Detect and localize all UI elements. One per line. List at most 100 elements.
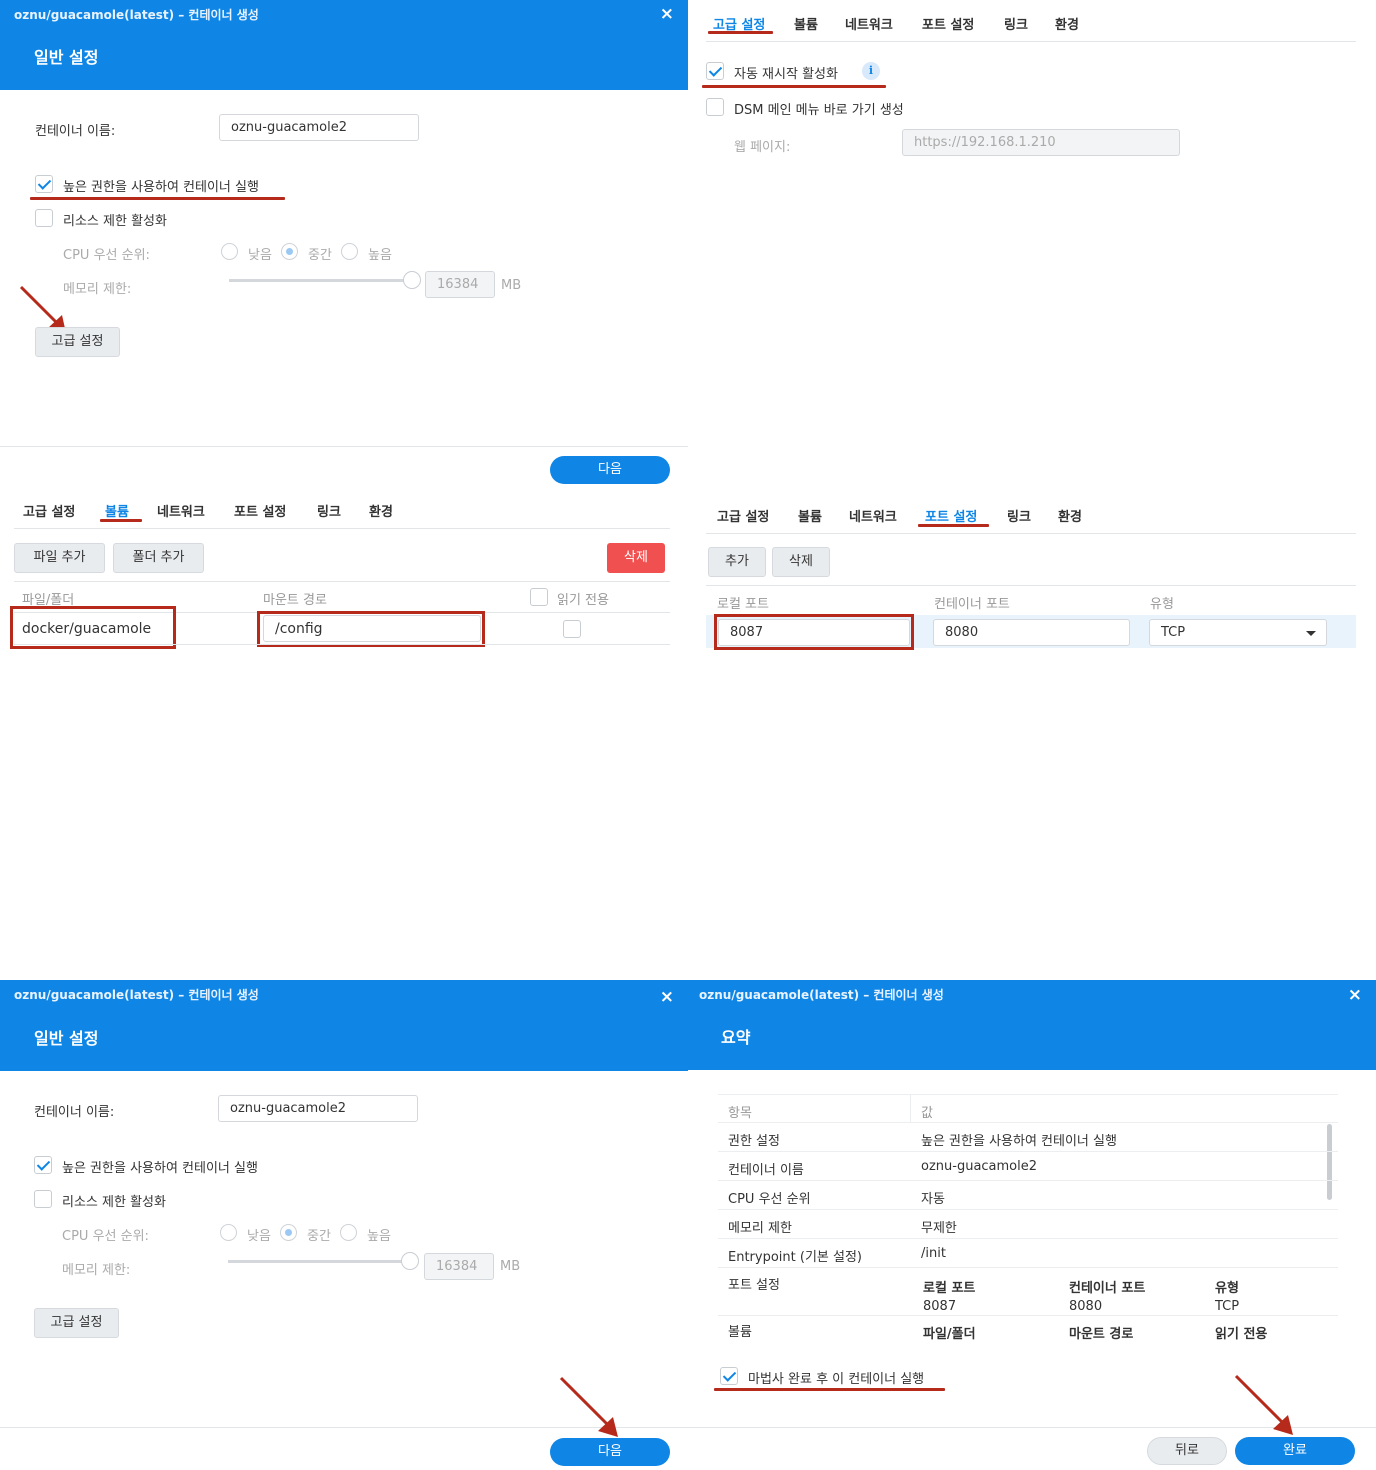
tab-port[interactable]: 포트 설정: [922, 14, 974, 33]
tab-volume[interactable]: 볼륨: [794, 14, 818, 33]
memory-slider-track[interactable]: [228, 1260, 411, 1263]
container-name-label: 컨테이너 이름:: [35, 124, 116, 139]
webpage-input[interactable]: https://192.168.1.210: [902, 129, 1180, 156]
dsm-shortcut-checkbox[interactable]: [706, 98, 724, 116]
run-after-wizard-checkbox[interactable]: [720, 1367, 738, 1385]
memory-slider-handle[interactable]: [401, 1252, 419, 1270]
port-sub-value-container: 8080: [1069, 1299, 1103, 1314]
tab-advanced[interactable]: 고급 설정: [23, 501, 75, 520]
container-name-input[interactable]: oznu-guacamole2: [218, 1095, 418, 1122]
annotation-box: [714, 614, 914, 650]
add-port-button[interactable]: 추가: [708, 547, 766, 577]
container-name-input[interactable]: oznu-guacamole2: [219, 114, 419, 141]
annotation-box: [10, 606, 176, 649]
close-icon[interactable]: ×: [660, 987, 674, 1007]
advanced-settings-button[interactable]: 고급 설정: [34, 1308, 119, 1338]
summary-row: 권한 설정 높은 권한을 사용하여 컨테이너 실행: [718, 1123, 1338, 1152]
readonly-header-checkbox[interactable]: [530, 588, 548, 606]
cpu-mid-label: 중간: [308, 248, 332, 263]
cpu-high-label: 높음: [368, 248, 392, 263]
next-button[interactable]: 다음: [550, 456, 670, 484]
add-file-button[interactable]: 파일 추가: [14, 543, 105, 573]
tab-network[interactable]: 네트워크: [849, 506, 897, 525]
summary-row: Entrypoint (기본 설정) /init: [718, 1239, 1338, 1268]
dialog-header: oznu/guacamole(latest) – 컨테이너 생성 × 일반 설정: [0, 980, 688, 1071]
cpu-low-radio[interactable]: [221, 243, 238, 260]
resource-limit-checkbox[interactable]: [35, 209, 53, 227]
tab-network[interactable]: 네트워크: [845, 14, 893, 33]
cpu-mid-radio[interactable]: [280, 1224, 297, 1241]
privileged-checkbox[interactable]: [34, 1156, 52, 1174]
summary-row-key: 볼륨: [728, 1325, 752, 1340]
annotation-box: [257, 611, 485, 647]
close-icon[interactable]: ×: [660, 4, 674, 24]
auto-restart-checkbox[interactable]: [706, 62, 724, 80]
tab-volume[interactable]: 볼륨: [798, 506, 822, 525]
panel-general-settings-1: oznu/guacamole(latest) – 컨테이너 생성 × 일반 설정…: [0, 0, 688, 490]
col-readonly[interactable]: 읽기 전용: [557, 589, 609, 608]
privileged-checkbox[interactable]: [35, 175, 53, 193]
info-icon[interactable]: i: [862, 62, 880, 80]
chevron-down-icon: [1306, 631, 1316, 636]
panel-advanced-tab: 고급 설정 볼륨 네트워크 포트 설정 링크 환경 자동 재시작 활성화 i D…: [688, 0, 1376, 488]
summary-row-key: 포트 설정: [728, 1278, 780, 1293]
summary-row-value: oznu-guacamole2: [921, 1159, 1038, 1174]
memory-slider-track[interactable]: [229, 279, 412, 282]
tab-env[interactable]: 환경: [369, 501, 393, 520]
col-container-port[interactable]: 컨테이너 포트: [934, 593, 1010, 612]
tab-link[interactable]: 링크: [1004, 14, 1028, 33]
tab-port[interactable]: 포트 설정: [234, 501, 286, 520]
dialog-header: oznu/guacamole(latest) – 컨테이너 생성 × 일반 설정: [0, 0, 688, 90]
summary-table: 항목 값 권한 설정 높은 권한을 사용하여 컨테이너 실행 컨테이너 이름 o…: [718, 1094, 1338, 1342]
port-sub-value-type: TCP: [1215, 1299, 1240, 1314]
annotation-underline: [30, 197, 285, 200]
annotation-underline: [714, 1388, 945, 1391]
cpu-high-label: 높음: [367, 1229, 391, 1244]
delete-port-button[interactable]: 삭제: [772, 547, 830, 577]
summary-volume-row: 볼륨 파일/폴더 마운트 경로 읽기 전용: [718, 1316, 1338, 1342]
memory-value-input[interactable]: 16384: [425, 271, 495, 298]
next-button[interactable]: 다음: [550, 1438, 670, 1466]
col-type[interactable]: 유형: [1150, 593, 1174, 612]
summary-row-value: 높은 권한을 사용하여 컨테이너 실행: [921, 1134, 1117, 1149]
summary-row-value: 자동: [921, 1192, 945, 1207]
finish-button[interactable]: 완료: [1235, 1437, 1355, 1465]
row-divider: [14, 644, 670, 645]
memory-slider-handle[interactable]: [403, 271, 421, 289]
advanced-settings-button[interactable]: 고급 설정: [35, 327, 120, 357]
panel-summary: oznu/guacamole(latest) – 컨테이너 생성 × 요약 항목…: [688, 980, 1376, 1470]
back-button[interactable]: 뒤로: [1147, 1437, 1227, 1465]
annotation-arrow: [1234, 1374, 1293, 1435]
tab-advanced[interactable]: 고급 설정: [717, 506, 769, 525]
tab-volume[interactable]: 볼륨: [105, 501, 129, 520]
volume-sub-header-readonly: 읽기 전용: [1215, 1327, 1268, 1342]
col-local-port[interactable]: 로컬 포트: [717, 593, 769, 612]
tab-env[interactable]: 환경: [1055, 14, 1079, 33]
close-icon[interactable]: ×: [1348, 985, 1362, 1005]
delete-button[interactable]: 삭제: [607, 543, 665, 573]
annotation-underline: [708, 31, 773, 34]
cpu-mid-radio[interactable]: [281, 243, 298, 260]
summary-row: 메모리 제한 무제한: [718, 1210, 1338, 1239]
add-folder-button[interactable]: 폴더 추가: [113, 543, 204, 573]
tab-port[interactable]: 포트 설정: [925, 506, 977, 525]
summary-row-key: 메모리 제한: [728, 1221, 792, 1236]
privileged-label: 높은 권한을 사용하여 컨테이너 실행: [63, 180, 259, 195]
tab-env[interactable]: 환경: [1058, 506, 1082, 525]
port-sub-header-container: 컨테이너 포트: [1069, 1281, 1146, 1296]
table-top-line: [706, 585, 1356, 586]
container-port-input[interactable]: 8080: [933, 619, 1130, 646]
cpu-high-radio[interactable]: [340, 1224, 357, 1241]
readonly-row-checkbox[interactable]: [563, 620, 581, 638]
protocol-select[interactable]: TCP: [1149, 619, 1327, 646]
resource-limit-checkbox[interactable]: [34, 1190, 52, 1208]
cpu-high-radio[interactable]: [341, 243, 358, 260]
tab-network[interactable]: 네트워크: [157, 501, 205, 520]
col-mount-path[interactable]: 마운트 경로: [263, 589, 327, 608]
memory-limit-label: 메모리 제한:: [63, 282, 132, 297]
memory-value-input[interactable]: 16384: [424, 1253, 494, 1280]
tab-link[interactable]: 링크: [1007, 506, 1031, 525]
cpu-low-radio[interactable]: [220, 1224, 237, 1241]
tab-link[interactable]: 링크: [317, 501, 341, 520]
auto-restart-label: 자동 재시작 활성화: [734, 67, 838, 82]
